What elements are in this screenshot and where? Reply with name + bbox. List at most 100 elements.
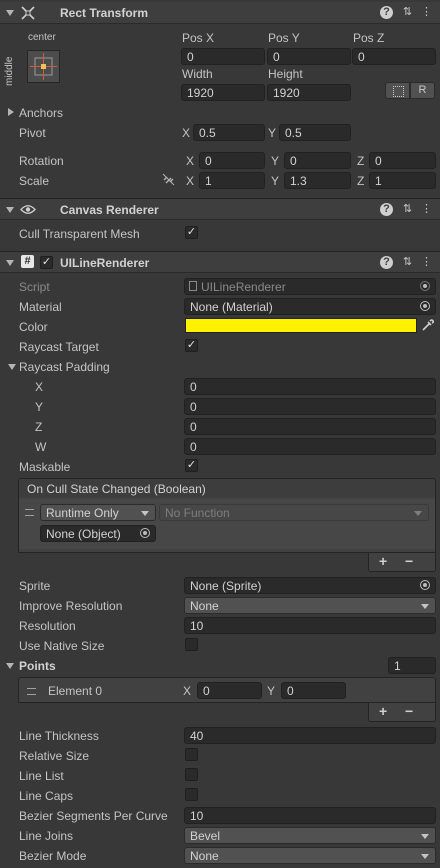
function-dropdown[interactable]: No Function [159, 504, 429, 521]
object-picker-icon[interactable] [420, 580, 430, 590]
padding-z-label: Z [35, 420, 43, 434]
cull-transparent-mesh-label: Cull Transparent Mesh [19, 227, 140, 241]
scale-z-field[interactable]: 1 [369, 172, 436, 189]
rotation-z-field[interactable]: 0 [369, 152, 436, 169]
material-field[interactable]: None (Material) [184, 298, 436, 315]
bezier-mode-dropdown[interactable]: None [184, 847, 436, 864]
collapse-caret-icon[interactable] [6, 207, 14, 213]
points-count-field[interactable]: 1 [388, 657, 436, 674]
padding-w-field[interactable]: 0 [184, 438, 436, 455]
material-label: Material [19, 300, 62, 314]
points-label[interactable]: Points [19, 659, 56, 673]
ui-line-renderer-header[interactable]: # ✓ UILineRenderer ? ⇅ ⋮ [0, 251, 440, 273]
context-menu-icon[interactable]: ⋮ [420, 6, 433, 19]
raycast-padding-label[interactable]: Raycast Padding [19, 360, 110, 374]
object-picker-icon[interactable] [420, 301, 430, 311]
rect-transform-header[interactable]: Rect Transform ? ⇅ ⋮ [0, 2, 440, 24]
pivot-label: Pivot [19, 126, 46, 140]
element-x-field[interactable]: 0 [197, 682, 262, 699]
component-title: UILineRenderer [60, 256, 150, 270]
anchors-label[interactable]: Anchors [19, 106, 63, 120]
sprite-field[interactable]: None (Sprite) [184, 577, 436, 594]
rotation-y-label: Y [271, 154, 280, 168]
component-enabled-checkbox[interactable]: ✓ [40, 256, 53, 269]
help-icon[interactable]: ? [380, 256, 393, 269]
no-function-value: No Function [165, 506, 230, 520]
drag-handle-icon[interactable] [27, 688, 36, 695]
pivot-y-field[interactable]: 0.5 [279, 124, 351, 141]
dropdown-arrow-icon [421, 604, 429, 609]
improve-resolution-dropdown[interactable]: None [184, 597, 436, 614]
pos-z-field[interactable]: 0 [352, 48, 436, 65]
runtime-only-dropdown[interactable]: Runtime Only [40, 504, 156, 521]
line-list-checkbox[interactable] [185, 768, 198, 781]
presets-icon[interactable]: ⇅ [401, 256, 414, 269]
width-field[interactable]: 1920 [181, 84, 265, 101]
anchor-presets-button[interactable] [27, 50, 60, 83]
canvas-renderer-header[interactable]: Canvas Renderer ? ⇅ ⋮ [0, 198, 440, 220]
pos-x-field[interactable]: 0 [181, 48, 265, 65]
drag-handle-icon[interactable] [25, 509, 34, 516]
pivot-x-field[interactable]: 0.5 [193, 124, 265, 141]
remove-listener-button[interactable]: − [405, 553, 413, 569]
use-native-size-label: Use Native Size [19, 639, 105, 653]
scale-x-field[interactable]: 1 [199, 172, 265, 189]
padding-z-field[interactable]: 0 [184, 418, 436, 435]
padding-x-field[interactable]: 0 [184, 378, 436, 395]
anchors-expand-caret-icon[interactable] [8, 108, 14, 116]
script-file-icon [189, 281, 197, 291]
color-swatch[interactable] [185, 318, 417, 333]
line-joins-dropdown[interactable]: Bevel [184, 827, 436, 844]
add-point-button[interactable]: + [379, 703, 387, 719]
raw-edit-button[interactable]: R [410, 82, 435, 99]
presets-icon[interactable]: ⇅ [401, 6, 414, 19]
use-native-size-checkbox[interactable] [185, 638, 198, 651]
unity-event-title: On Cull State Changed (Boolean) [27, 482, 206, 496]
line-caps-label: Line Caps [19, 789, 74, 803]
relative-size-checkbox[interactable] [185, 748, 198, 761]
context-menu-icon[interactable]: ⋮ [420, 203, 433, 216]
collapse-caret-icon[interactable] [6, 10, 14, 16]
points-caret-icon[interactable] [6, 663, 14, 669]
cull-transparent-mesh-checkbox[interactable]: ✓ [185, 226, 198, 239]
presets-icon[interactable]: ⇅ [401, 203, 414, 216]
add-listener-button[interactable]: + [379, 553, 387, 569]
event-target-object-field[interactable]: None (Object) [40, 525, 156, 542]
bezier-mode-value: None [190, 849, 219, 863]
context-menu-icon[interactable]: ⋮ [420, 256, 433, 269]
maskable-checkbox[interactable]: ✓ [185, 459, 198, 472]
blueprint-mode-button[interactable] [385, 82, 410, 99]
improve-resolution-label: Improve Resolution [19, 599, 123, 613]
pos-y-field[interactable]: 0 [267, 48, 351, 65]
height-field[interactable]: 1920 [267, 84, 351, 101]
raycast-padding-caret-icon[interactable] [8, 364, 16, 370]
scale-y-field[interactable]: 1.3 [284, 172, 351, 189]
pos-z-label: Pos Z [353, 31, 385, 45]
improve-resolution-value: None [190, 599, 219, 613]
anchor-preset-top-label: center [28, 32, 56, 43]
element-y-field[interactable]: 0 [281, 682, 346, 699]
runtime-only-value: Runtime Only [46, 506, 119, 520]
blueprint-icon [393, 86, 404, 97]
rotation-x-field[interactable]: 0 [199, 152, 265, 169]
dropdown-arrow-icon [414, 511, 422, 516]
help-icon[interactable]: ? [380, 6, 393, 19]
maskable-label: Maskable [19, 460, 71, 474]
constrain-proportions-icon[interactable] [162, 173, 175, 186]
line-caps-checkbox[interactable] [185, 788, 198, 801]
padding-y-label: Y [35, 400, 44, 414]
sprite-value: None (Sprite) [190, 579, 262, 593]
rotation-y-field[interactable]: 0 [284, 152, 351, 169]
line-thickness-field[interactable]: 40 [184, 727, 436, 744]
padding-y-field[interactable]: 0 [184, 398, 436, 415]
resolution-field[interactable]: 10 [184, 617, 436, 634]
raycast-target-checkbox[interactable]: ✓ [185, 339, 198, 352]
help-icon[interactable]: ? [380, 203, 393, 216]
object-picker-icon[interactable] [140, 528, 150, 538]
unity-event-header: On Cull State Changed (Boolean) [18, 478, 436, 498]
scale-label: Scale [19, 174, 50, 188]
eyedropper-icon[interactable] [421, 319, 434, 332]
bezier-segments-field[interactable]: 10 [184, 807, 436, 824]
collapse-caret-icon[interactable] [6, 260, 14, 266]
remove-point-button[interactable]: − [405, 703, 413, 719]
